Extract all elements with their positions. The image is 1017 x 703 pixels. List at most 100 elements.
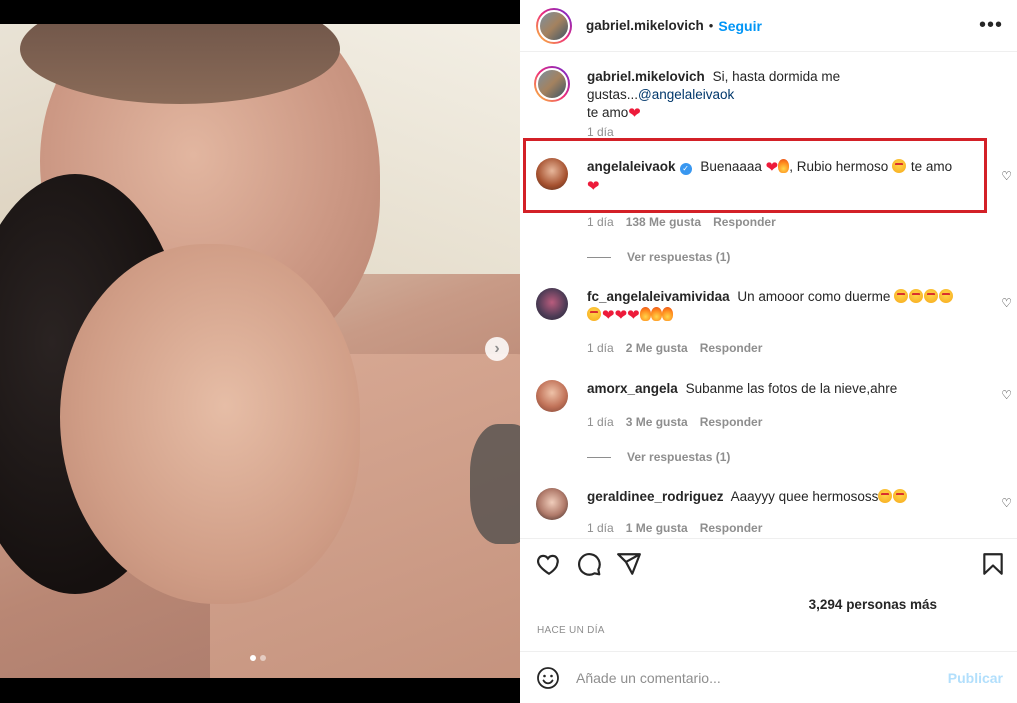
comment-text: Un amooor como duerme [737,289,891,304]
comment-item: fc_angelaleivamividaa Un amooor como due… [536,288,1012,368]
add-comment-bar: Publicar [520,651,1017,703]
comment-likes[interactable]: 1 Me gusta [626,521,688,535]
comment-meta: 1 día 1 Me gusta Responder [587,521,762,535]
bookmark-icon[interactable] [980,551,1006,577]
comment-time[interactable]: 1 día [587,341,614,355]
commenter-avatar[interactable] [536,488,568,520]
commenter-avatar[interactable] [536,158,568,190]
comment-body: fc_angelaleivamividaa Un amooor como due… [587,288,977,325]
verified-badge-icon: ✓ [679,163,692,175]
carousel-next-button[interactable]: › [485,337,509,361]
star-struck-emoji-icon [878,489,893,503]
comment-meta: 1 día 3 Me gusta Responder [587,415,762,429]
view-replies-button[interactable]: Ver respuestas (1) [587,250,730,264]
heart-icon[interactable] [536,551,562,577]
fire-icon [661,307,673,321]
comment-icon[interactable] [576,551,602,577]
comment-username[interactable]: amorx_angela [587,381,678,396]
comment-username[interactable]: geraldinee_rodriguez [587,489,724,504]
comment-item: amorx_angela Subanme las fotos de la nie… [536,380,1012,480]
publish-button[interactable]: Publicar [948,670,1003,686]
post-media: › [0,0,520,703]
carousel-dot [260,655,266,661]
author-username[interactable]: gabriel.mikelovich [586,18,704,33]
carousel-dot-active [250,655,256,661]
commenter-avatar[interactable] [536,380,568,412]
comment-likes[interactable]: 2 Me gusta [626,341,688,355]
reply-button[interactable]: Responder [700,341,763,355]
comment-text-2: , Rubio hermoso [789,159,889,174]
view-replies-button[interactable]: Ver respuestas (1) [587,450,730,464]
star-struck-emoji-icon [894,289,909,303]
reply-button[interactable]: Responder [700,521,763,535]
share-icon[interactable] [616,551,642,577]
red-heart-icon: ❤ [765,159,779,176]
header-separator: • [708,18,714,33]
reply-button[interactable]: Responder [713,215,776,229]
like-comment-heart-icon[interactable]: ♡ [1001,496,1012,510]
comment-time[interactable]: 1 día [587,521,614,535]
star-struck-emoji-icon [924,289,939,303]
like-comment-heart-icon[interactable]: ♡ [1001,169,1012,183]
comment-text: Buenaaaa [700,159,762,174]
red-heart-icon: ❤ [602,307,615,324]
star-struck-emoji-icon [893,489,908,503]
fire-icon [639,307,651,321]
fire-icon [650,307,662,321]
comment-username[interactable]: angelaleivaok [587,159,676,174]
star-struck-emoji-icon [909,289,924,303]
like-comment-heart-icon[interactable]: ♡ [1001,296,1012,310]
post-timestamp[interactable]: HACE UN DÍA [537,625,605,636]
post-actions-bar [520,538,1017,590]
post-header: gabriel.mikelovich • Seguir ••• [520,0,1017,52]
comment-username[interactable]: fc_angelaleivamividaa [587,289,730,304]
post-side-panel: gabriel.mikelovich • Seguir ••• gabriel.… [520,0,1017,703]
comment-likes[interactable]: 3 Me gusta [626,415,688,429]
view-replies-label: Ver respuestas (1) [627,250,731,264]
chevron-right-icon: › [494,340,500,357]
star-struck-emoji-icon [892,159,907,173]
comment-time[interactable]: 1 día [587,415,614,429]
caption-time[interactable]: 1 día [587,125,614,139]
comment-meta: 1 día 138 Me gusta Responder [587,215,776,229]
comment-text-3: te amo [910,159,953,174]
caption-body: gabriel.mikelovich Si, hasta dormida me … [587,68,977,123]
fire-icon [778,159,790,173]
carousel-dots [250,655,266,661]
view-replies-label: Ver respuestas (1) [627,450,731,464]
commenter-avatar[interactable] [536,288,568,320]
like-comment-heart-icon[interactable]: ♡ [1001,388,1012,402]
follow-button[interactable]: Seguir [718,18,762,34]
caption-meta: 1 día [587,125,614,139]
comment-text: Aaayyy quee hermososs [730,489,879,504]
post-photo[interactable] [0,24,520,678]
red-heart-icon: ❤ [628,105,641,122]
red-heart-icon: ❤ [614,307,628,324]
comment-item: angelaleivaok ✓ Buenaaaa ❤ , Rubio hermoso… [536,158,1012,308]
comment-item: geraldinee_rodriguez Aaayyy quee hermoso… [536,488,1012,538]
comment-text: Subanme las fotos de la nieve,ahre [685,381,898,396]
comment-body: geraldinee_rodriguez Aaayyy quee hermoso… [587,488,977,506]
replies-divider [587,256,611,258]
star-struck-emoji-icon [587,307,601,321]
replies-divider [587,456,611,458]
comment-likes[interactable]: 138 Me gusta [626,215,701,229]
comment-time[interactable]: 1 día [587,215,614,229]
comment-input[interactable] [576,669,936,686]
author-avatar[interactable] [536,7,572,44]
caption-author-avatar[interactable] [534,66,570,102]
likes-count[interactable]: 3,294 personas más [809,597,937,612]
comments-list[interactable]: gabriel.mikelovich Si, hasta dormida me … [520,53,1017,538]
comment-body: amorx_angela Subanme las fotos de la nie… [587,380,977,398]
emoji-icon[interactable] [536,666,560,690]
post-caption: gabriel.mikelovich Si, hasta dormida me … [534,66,1006,139]
more-horizontal-icon[interactable]: ••• [979,14,1003,37]
comment-body: angelaleivaok ✓ Buenaaaa ❤ , Rubio hermoso… [587,158,977,196]
caption-mention[interactable]: @angelaleivaok [638,87,734,102]
reply-button[interactable]: Responder [700,415,763,429]
photo-tattoo [470,424,520,544]
red-heart-icon: ❤ [627,307,640,324]
caption-username[interactable]: gabriel.mikelovich [587,69,705,84]
sparkling-heart-icon: ❤ [587,178,600,195]
caption-suffix: te amo [587,105,629,120]
